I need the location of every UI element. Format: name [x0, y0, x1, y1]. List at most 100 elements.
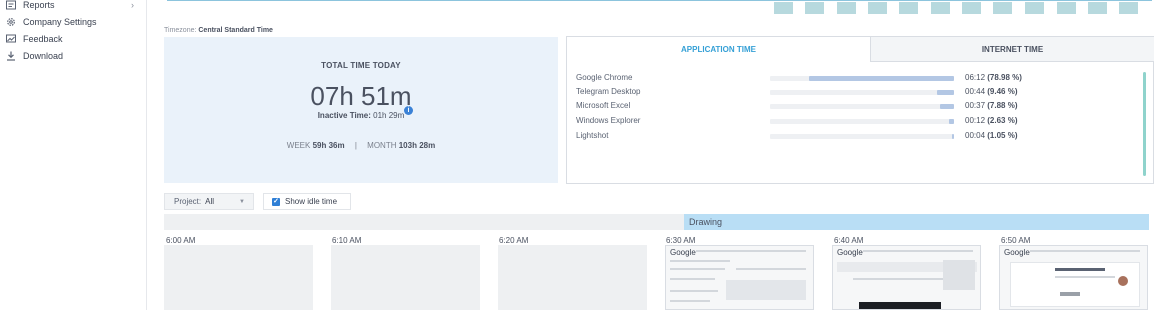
screenshot-content: [670, 290, 718, 292]
activity-strip-project[interactable]: [684, 214, 1149, 230]
app-usage-value: 00:44 (9.46 %): [965, 87, 1018, 96]
sidebar-item-label: Reports: [23, 0, 55, 10]
screenshot-content: [670, 278, 715, 280]
app-row: Microsoft Excel 00:37 (7.88 %): [576, 101, 1146, 113]
screenshot-thumbnail[interactable]: Google: [665, 245, 814, 310]
week-value: 59h 36m: [312, 141, 345, 150]
screenshot-content: [670, 300, 710, 302]
app-usage-value: 00:37 (7.88 %): [965, 101, 1018, 110]
empty-screenshot-slot: [498, 245, 647, 310]
screenshot-content: [1060, 292, 1080, 296]
sidebar-item-label: Feedback: [23, 34, 63, 44]
app-row: Telegram Desktop 00:44 (9.46 %): [576, 87, 1146, 99]
screenshot-content: [670, 260, 730, 262]
sidebar-item-feedback[interactable]: Feedback: [6, 31, 63, 47]
empty-screenshot-slot: [331, 245, 480, 310]
app-name: Google Chrome: [576, 73, 633, 82]
feedback-icon: [6, 34, 16, 44]
inactive-time: Inactive Time: 01h 29m: [164, 111, 558, 120]
app-name: Telegram Desktop: [576, 87, 641, 96]
screenshot-content: [853, 278, 953, 280]
sidebar-item-reports[interactable]: Reports ›: [6, 0, 134, 13]
activity-project-label: Drawing: [689, 217, 723, 227]
screenshot-content: [696, 250, 806, 252]
scrollbar-thumb[interactable]: [1143, 72, 1146, 176]
project-value: All: [205, 197, 215, 206]
timeline-bar: [837, 2, 856, 14]
screenshot-title: Google: [670, 248, 696, 257]
inactive-time-value: 01h 29m: [373, 111, 405, 120]
screenshot-content: [863, 250, 973, 252]
timeline-bar: [1025, 2, 1044, 14]
screenshot-content: [943, 260, 975, 290]
timeline-bar: [1057, 2, 1076, 14]
timeline-axis: [167, 0, 1152, 1]
screenshot-title: Google: [837, 248, 863, 257]
timeline-bar: [962, 2, 981, 14]
app-percent: (78.98 %): [987, 73, 1022, 82]
timezone-caption: Timezone:: [164, 27, 197, 34]
screenshot-content: [1030, 250, 1140, 252]
gear-icon: [6, 17, 16, 27]
screenshot-thumbnail[interactable]: Google: [999, 245, 1148, 310]
app-usage-track: [770, 134, 954, 139]
app-usage-bar: [952, 134, 954, 139]
timeline-bar: [774, 2, 793, 14]
screenshot-thumbnail[interactable]: Google: [832, 245, 981, 310]
screenshot-content: [859, 302, 941, 309]
screenshot-title: Google: [1004, 248, 1030, 257]
app-name: Microsoft Excel: [576, 101, 631, 110]
app-time: 00:12: [965, 116, 986, 125]
reports-icon: [6, 0, 16, 10]
app-time: 00:44: [965, 87, 986, 96]
month-label: MONTH: [367, 141, 397, 150]
total-time-label: TOTAL TIME TODAY: [321, 61, 401, 70]
project-label: Project:: [174, 197, 202, 206]
slot-time: 6:00 AM: [166, 236, 196, 245]
tab-application-time[interactable]: APPLICATION TIME: [567, 37, 870, 62]
app-percent: (1.05 %): [987, 131, 1018, 140]
show-idle-label: Show idle time: [285, 197, 338, 206]
timezone-value: Central Standard Time: [198, 27, 273, 34]
screenshot-content: [670, 268, 725, 270]
info-icon[interactable]: i: [404, 106, 413, 115]
app-usage-value: 00:04 (1.05 %): [965, 131, 1018, 140]
tab-internet-time[interactable]: INTERNET TIME: [870, 37, 1154, 62]
inactive-time-label: Inactive Time:: [317, 111, 371, 120]
app-usage-value: 00:12 (2.63 %): [965, 116, 1018, 125]
app-usage-track: [770, 90, 954, 95]
app-name: Lightshot: [576, 131, 609, 140]
screenshot-content: [1055, 268, 1105, 271]
total-time-card: TOTAL TIME TODAY 07h 51m Inactive Time: …: [164, 37, 558, 183]
project-select[interactable]: Project: All ▼: [164, 193, 254, 210]
screenshot-content: [726, 280, 806, 300]
app-usage-bar: [949, 119, 954, 124]
slot-time: 6:40 AM: [834, 236, 864, 245]
sidebar-item-company-settings[interactable]: Company Settings: [6, 14, 97, 30]
week-month-summary: WEEK 59h 36m | MONTH 103h 28m: [164, 141, 558, 150]
app-usage-value: 06:12 (78.98 %): [965, 73, 1022, 82]
timeline-bar: [931, 2, 950, 14]
idle-checkbox[interactable]: ✓: [272, 197, 280, 206]
app-usage-bar: [937, 90, 954, 95]
app-percent: (9.46 %): [987, 87, 1018, 96]
timeline-bar: [1119, 2, 1138, 14]
app-usage-track: [770, 104, 954, 109]
week-label: WEEK: [286, 141, 311, 150]
app-usage-bar: [940, 104, 954, 109]
app-percent: (7.88 %): [987, 101, 1018, 110]
timeline-bar: [1088, 2, 1107, 14]
app-usage-bar: [809, 76, 954, 81]
total-time-value: 07h 51m: [310, 81, 412, 111]
summary-separator: |: [354, 141, 357, 150]
slot-time: 6:30 AM: [666, 236, 696, 245]
screenshot-content: [1118, 276, 1128, 286]
timeline-bar: [899, 2, 918, 14]
month-value: 103h 28m: [398, 141, 436, 150]
app-time: 00:04: [965, 131, 986, 140]
sidebar-item-download[interactable]: Download: [6, 48, 63, 64]
empty-screenshot-slot: [164, 245, 313, 310]
app-time: 06:12: [965, 73, 986, 82]
show-idle-toggle[interactable]: ✓ Show idle time: [263, 193, 351, 210]
app-time: 00:37: [965, 101, 986, 110]
